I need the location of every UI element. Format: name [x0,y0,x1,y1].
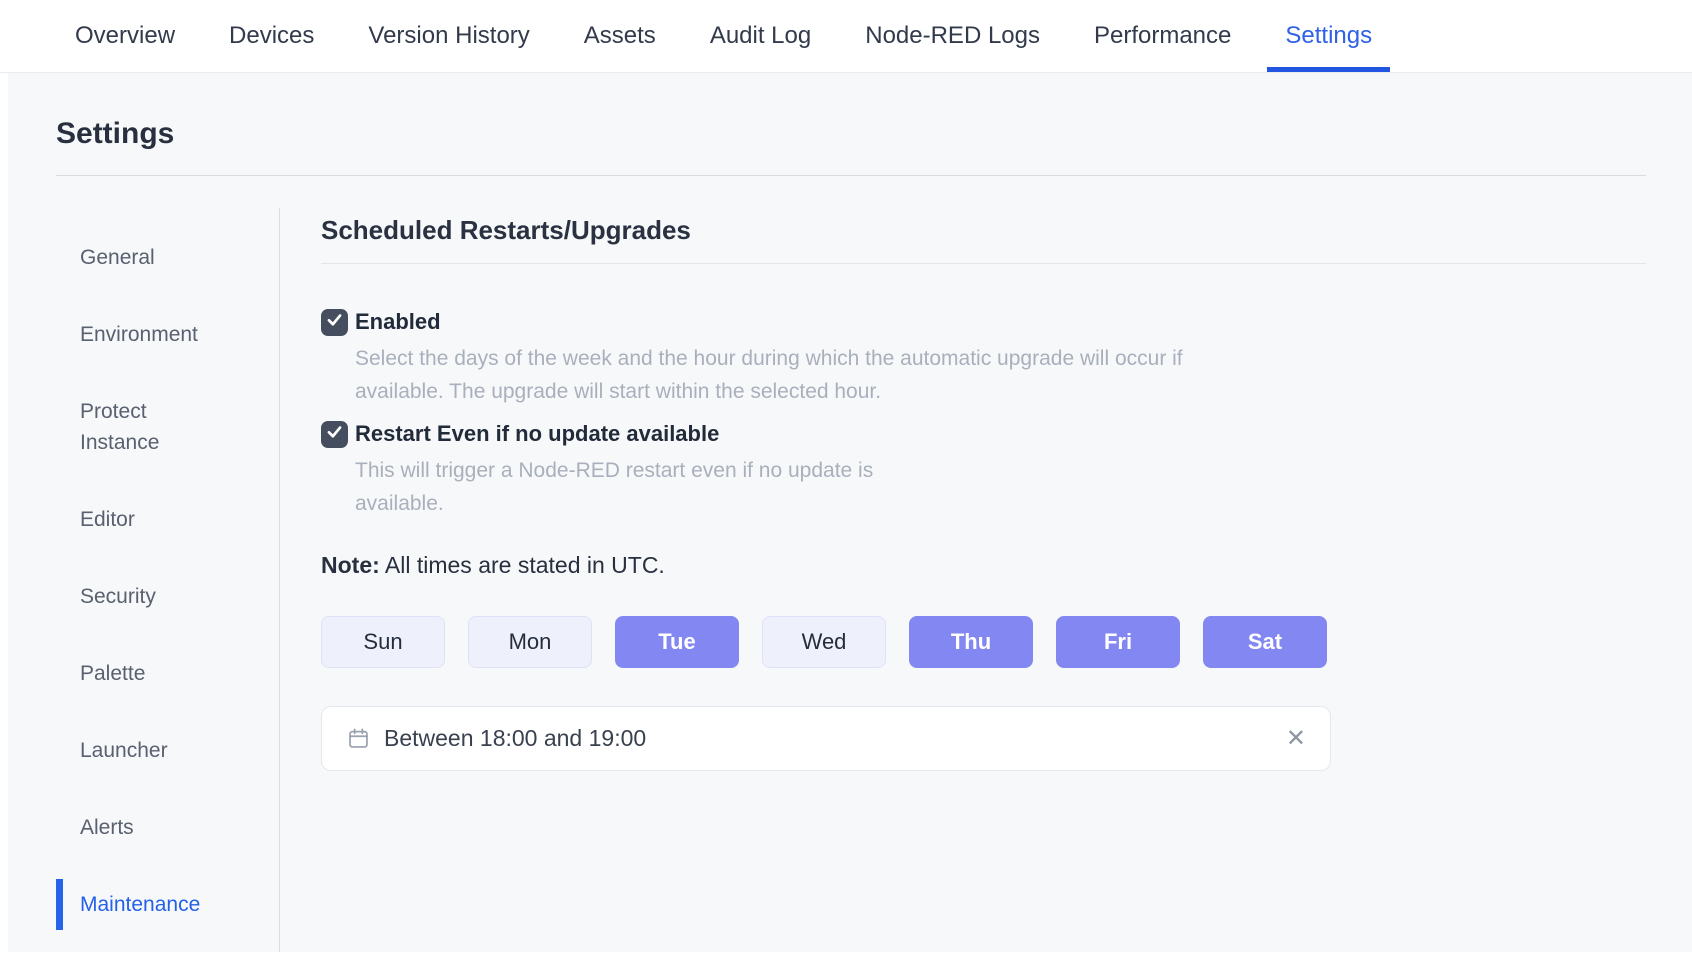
enabled-description: Select the days of the week and the hour… [355,342,1215,408]
day-button-sun[interactable]: Sun [321,616,445,668]
sidebar-item-protect-instance[interactable]: Protect Instance [56,386,226,468]
clear-icon[interactable]: ✕ [1286,727,1306,751]
time-window-input[interactable]: Between 18:00 and 19:00 ✕ [321,706,1331,771]
tab-node-red-logs[interactable]: Node-RED Logs [847,0,1058,72]
sidebar-item-environment[interactable]: Environment [56,309,226,360]
tab-settings[interactable]: Settings [1267,0,1390,72]
day-button-sat[interactable]: Sat [1203,616,1327,668]
title-divider [56,175,1646,176]
tab-assets[interactable]: Assets [566,0,674,72]
check-icon [325,310,344,334]
sidebar-item-security[interactable]: Security [56,571,226,622]
section-title: Scheduled Restarts/Upgrades [321,213,1646,264]
sidebar-item-palette[interactable]: Palette [56,648,226,699]
calendar-icon [347,727,370,750]
restart-label: Restart Even if no update available [355,421,719,447]
sidebar-item-maintenance[interactable]: Maintenance [56,879,226,930]
settings-panel: Settings General Environment Protect Ins… [8,73,1692,952]
tab-overview[interactable]: Overview [57,0,193,72]
sidebar-item-general[interactable]: General [56,232,226,283]
page-title: Settings [56,117,1646,151]
enabled-label: Enabled [355,309,441,335]
day-button-wed[interactable]: Wed [762,616,886,668]
tab-performance[interactable]: Performance [1076,0,1249,72]
day-selector: Sun Mon Tue Wed Thu Fri Sat [321,616,1646,668]
enabled-option-row: Enabled [321,308,1646,336]
maintenance-section: Scheduled Restarts/Upgrades Enabled Sele… [280,208,1646,952]
note-label: Note: [321,552,380,578]
sidebar-item-alerts[interactable]: Alerts [56,802,226,853]
instance-tab-bar: Overview Devices Version History Assets … [0,0,1692,73]
day-button-fri[interactable]: Fri [1056,616,1180,668]
restart-checkbox[interactable] [321,421,348,448]
enabled-checkbox[interactable] [321,309,348,336]
day-button-tue[interactable]: Tue [615,616,739,668]
time-window-value: Between 18:00 and 19:00 [384,725,1286,752]
check-icon [325,422,344,446]
settings-content: General Environment Protect Instance Edi… [56,208,1646,952]
day-button-thu[interactable]: Thu [909,616,1033,668]
tab-audit-log[interactable]: Audit Log [692,0,829,72]
settings-sidebar: General Environment Protect Instance Edi… [56,208,280,952]
sidebar-item-editor[interactable]: Editor [56,494,226,545]
tab-version-history[interactable]: Version History [350,0,547,72]
day-button-mon[interactable]: Mon [468,616,592,668]
sidebar-item-launcher[interactable]: Launcher [56,725,226,776]
note-text: All times are stated in UTC. [385,552,665,578]
utc-note: Note: All times are stated in UTC. [321,550,1646,580]
tab-devices[interactable]: Devices [211,0,332,72]
restart-description: This will trigger a Node-RED restart eve… [355,454,935,520]
restart-option-row: Restart Even if no update available [321,420,1646,448]
options-list: Enabled Select the days of the week and … [321,308,1646,520]
